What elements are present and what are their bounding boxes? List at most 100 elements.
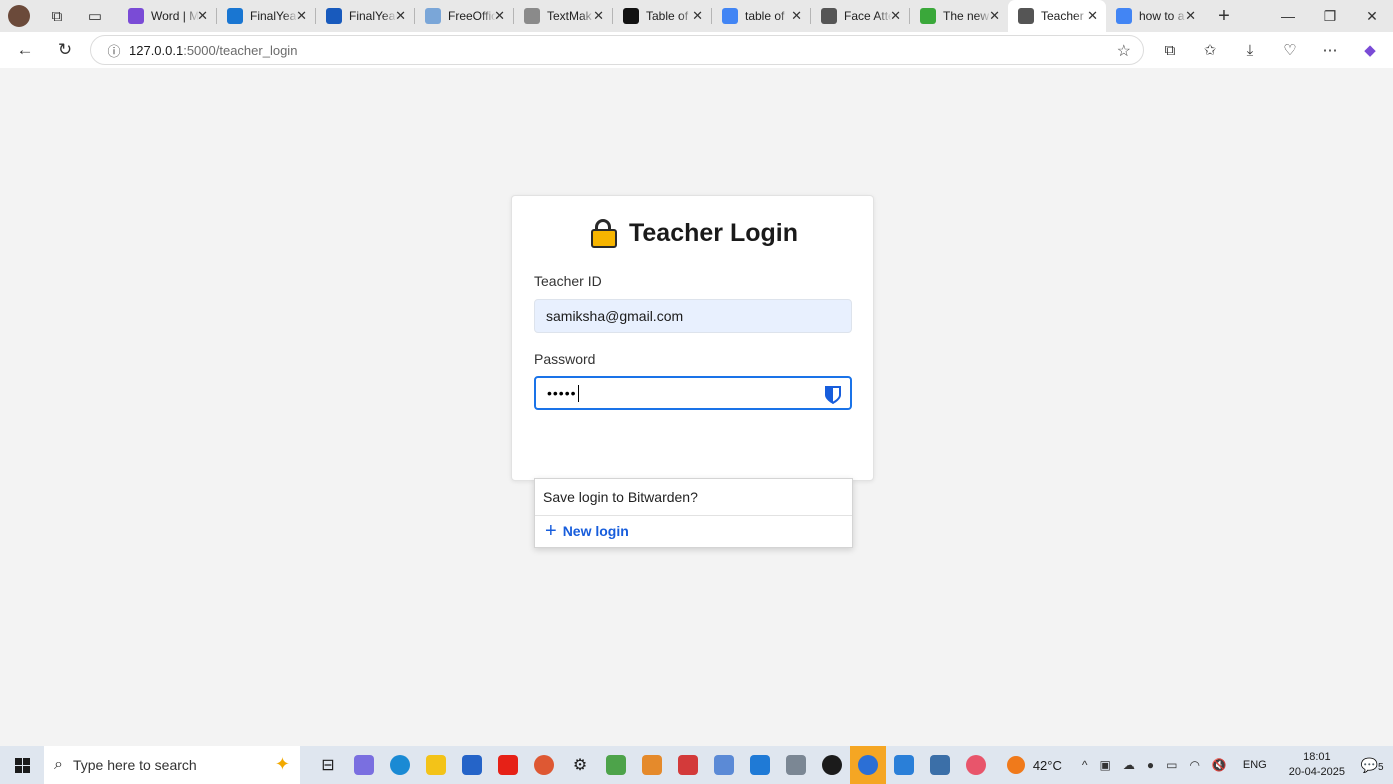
close-tab-icon[interactable]: ✕ (296, 8, 307, 24)
weather-sun-icon (1006, 756, 1025, 774)
close-tab-icon[interactable]: ✕ (890, 8, 901, 24)
settings-more-icon[interactable]: ⋯ (1310, 32, 1350, 68)
restore-button[interactable]: ❐ (1309, 0, 1351, 32)
windows-taskbar: ⌕ Type here to search ✦ ⊟ ⚙ 42°C ^ ▣ ☁ ●… (0, 746, 1393, 784)
browser-essentials-icon[interactable]: ♡ (1270, 32, 1310, 68)
vscode-icon[interactable] (742, 746, 778, 784)
new-login-button[interactable]: + New login (545, 520, 629, 542)
close-tab-icon[interactable]: ✕ (1185, 8, 1196, 24)
tab-title: FinalYear (349, 9, 397, 23)
weather-widget[interactable]: 42°C (1006, 756, 1062, 774)
tab-title: The new (943, 9, 990, 23)
app-icon[interactable] (814, 746, 850, 784)
favorite-star-icon[interactable]: ☆ (1117, 41, 1131, 61)
clock-date: 20-04-2025 (1288, 766, 1345, 778)
freeoffice-planmaker-icon[interactable] (598, 746, 634, 784)
photos-icon[interactable] (886, 746, 922, 784)
copilot-app-icon[interactable] (346, 746, 382, 784)
active-app-icon[interactable] (850, 746, 886, 784)
close-tab-icon[interactable]: ✕ (197, 8, 208, 24)
app-icon[interactable] (706, 746, 742, 784)
tab-title: FinalYear (250, 9, 298, 23)
browser-tab[interactable]: Face Atte ✕ (811, 0, 909, 32)
app-icon[interactable] (778, 746, 814, 784)
browser-tab[interactable]: The new ✕ (910, 0, 1008, 32)
language-indicator[interactable]: ENG (1243, 759, 1267, 771)
file-explorer-icon[interactable] (418, 746, 454, 784)
browser-tab[interactable]: Teacher L ✕ (1008, 0, 1106, 32)
browser-tab-strip: ⧉ ▭ Word | M ✕ FinalYear ✕ FinalYear ✕ FreeOff… (0, 0, 1393, 32)
close-tab-icon[interactable]: ✕ (593, 8, 604, 24)
favorites-icon[interactable]: ✩ (1190, 32, 1230, 68)
battery-icon[interactable]: ▭ (1166, 758, 1177, 772)
copilot-icon[interactable]: ◆ (1350, 32, 1390, 68)
start-button[interactable] (0, 746, 44, 784)
notification-count: 5 (1377, 761, 1384, 773)
address-bar[interactable]: ⓘ 127.0.0.1:5000/teacher_login ☆ (90, 35, 1144, 65)
notification-center[interactable]: 💬5 (1357, 757, 1387, 774)
clock-time: 18:01 (1303, 751, 1331, 763)
browser-tab[interactable]: TextMak ✕ (514, 0, 612, 32)
wifi-icon[interactable]: ◠ (1189, 758, 1199, 772)
taskbar-search[interactable]: ⌕ Type here to search ✦ (44, 746, 300, 784)
snipping-tool-icon[interactable] (958, 746, 994, 784)
plus-icon: + (545, 520, 557, 542)
workspaces-icon[interactable]: ⧉ (38, 0, 76, 32)
store-icon[interactable] (454, 746, 490, 784)
divider (535, 515, 852, 516)
downloads-icon[interactable]: ⤓ (1230, 32, 1270, 68)
close-tab-icon[interactable]: ✕ (395, 8, 406, 24)
lock-icon (589, 218, 619, 248)
meet-now-icon[interactable]: ▣ (1100, 758, 1111, 772)
site-info-icon[interactable]: ⓘ (99, 41, 129, 60)
app-icon (920, 8, 936, 24)
close-tab-icon[interactable]: ✕ (1087, 8, 1098, 24)
close-tab-icon[interactable]: ✕ (791, 8, 802, 24)
vertical-tabs-icon[interactable]: ▭ (76, 0, 114, 32)
close-tab-icon[interactable]: ✕ (989, 8, 1000, 24)
clock[interactable]: 18:01 20-04-2025 (1289, 750, 1345, 780)
edge-icon[interactable] (382, 746, 418, 784)
task-view-icon[interactable]: ⊟ (310, 746, 346, 784)
chevron-up-icon[interactable]: ^ (1082, 758, 1088, 772)
freeoffice-presentations-icon[interactable] (634, 746, 670, 784)
duckduckgo-icon[interactable] (526, 746, 562, 784)
globe-icon (524, 8, 540, 24)
profile-avatar[interactable] (8, 5, 30, 27)
microphone-icon[interactable]: ● (1147, 758, 1154, 772)
onedrive-icon[interactable]: ☁ (1123, 758, 1135, 772)
extensions-icon[interactable]: ⧉ (1150, 32, 1190, 68)
new-tab-button[interactable]: + (1206, 0, 1242, 32)
bitwarden-shield-icon[interactable] (824, 385, 842, 405)
tab-title: FreeOffic (448, 9, 496, 23)
settings-icon[interactable]: ⚙ (562, 746, 598, 784)
teacher-id-input[interactable]: samiksha@gmail.com (534, 299, 852, 333)
copilot-icon (128, 8, 144, 24)
close-tab-icon[interactable]: ✕ (692, 8, 703, 24)
search-placeholder: Type here to search (72, 757, 197, 773)
tab-list: Word | M ✕ FinalYear ✕ FinalYear ✕ FreeOffic ✕ T… (118, 0, 1204, 32)
password-input[interactable]: ••••• (534, 376, 852, 410)
browser-tab[interactable]: table of ✕ (712, 0, 810, 32)
browser-tab[interactable]: FinalYear ✕ (217, 0, 315, 32)
browser-tab[interactable]: FreeOffic ✕ (415, 0, 513, 32)
browser-tab[interactable]: Table of ✕ (613, 0, 711, 32)
login-card: Teacher Login Teacher ID samiksha@gmail.… (511, 195, 874, 481)
search-icon: ⌕ (54, 756, 63, 773)
close-window-button[interactable]: ✕ (1351, 0, 1393, 32)
volume-muted-icon[interactable]: 🔇 (1212, 758, 1227, 772)
python-icon[interactable] (922, 746, 958, 784)
youtube-icon[interactable] (490, 746, 526, 784)
refresh-button[interactable]: ↻ (45, 32, 85, 68)
close-tab-icon[interactable]: ✕ (494, 8, 505, 24)
tab-title: Word | M (151, 9, 199, 23)
browser-tab[interactable]: Word | M ✕ (118, 0, 216, 32)
browser-tab[interactable]: how to a ✕ (1106, 0, 1204, 32)
browser-tab[interactable]: FinalYear ✕ (316, 0, 414, 32)
system-tray: 42°C ^ ▣ ☁ ● ▭ ◠ 🔇 ENG 18:01 20-04-2025 … (1006, 746, 1393, 784)
freeoffice-textmaker-icon[interactable] (670, 746, 706, 784)
chatgpt-icon (623, 8, 639, 24)
minimize-button[interactable]: — (1267, 0, 1309, 32)
teacher-id-label: Teacher ID (534, 273, 602, 289)
back-button[interactable]: ← (5, 32, 45, 68)
